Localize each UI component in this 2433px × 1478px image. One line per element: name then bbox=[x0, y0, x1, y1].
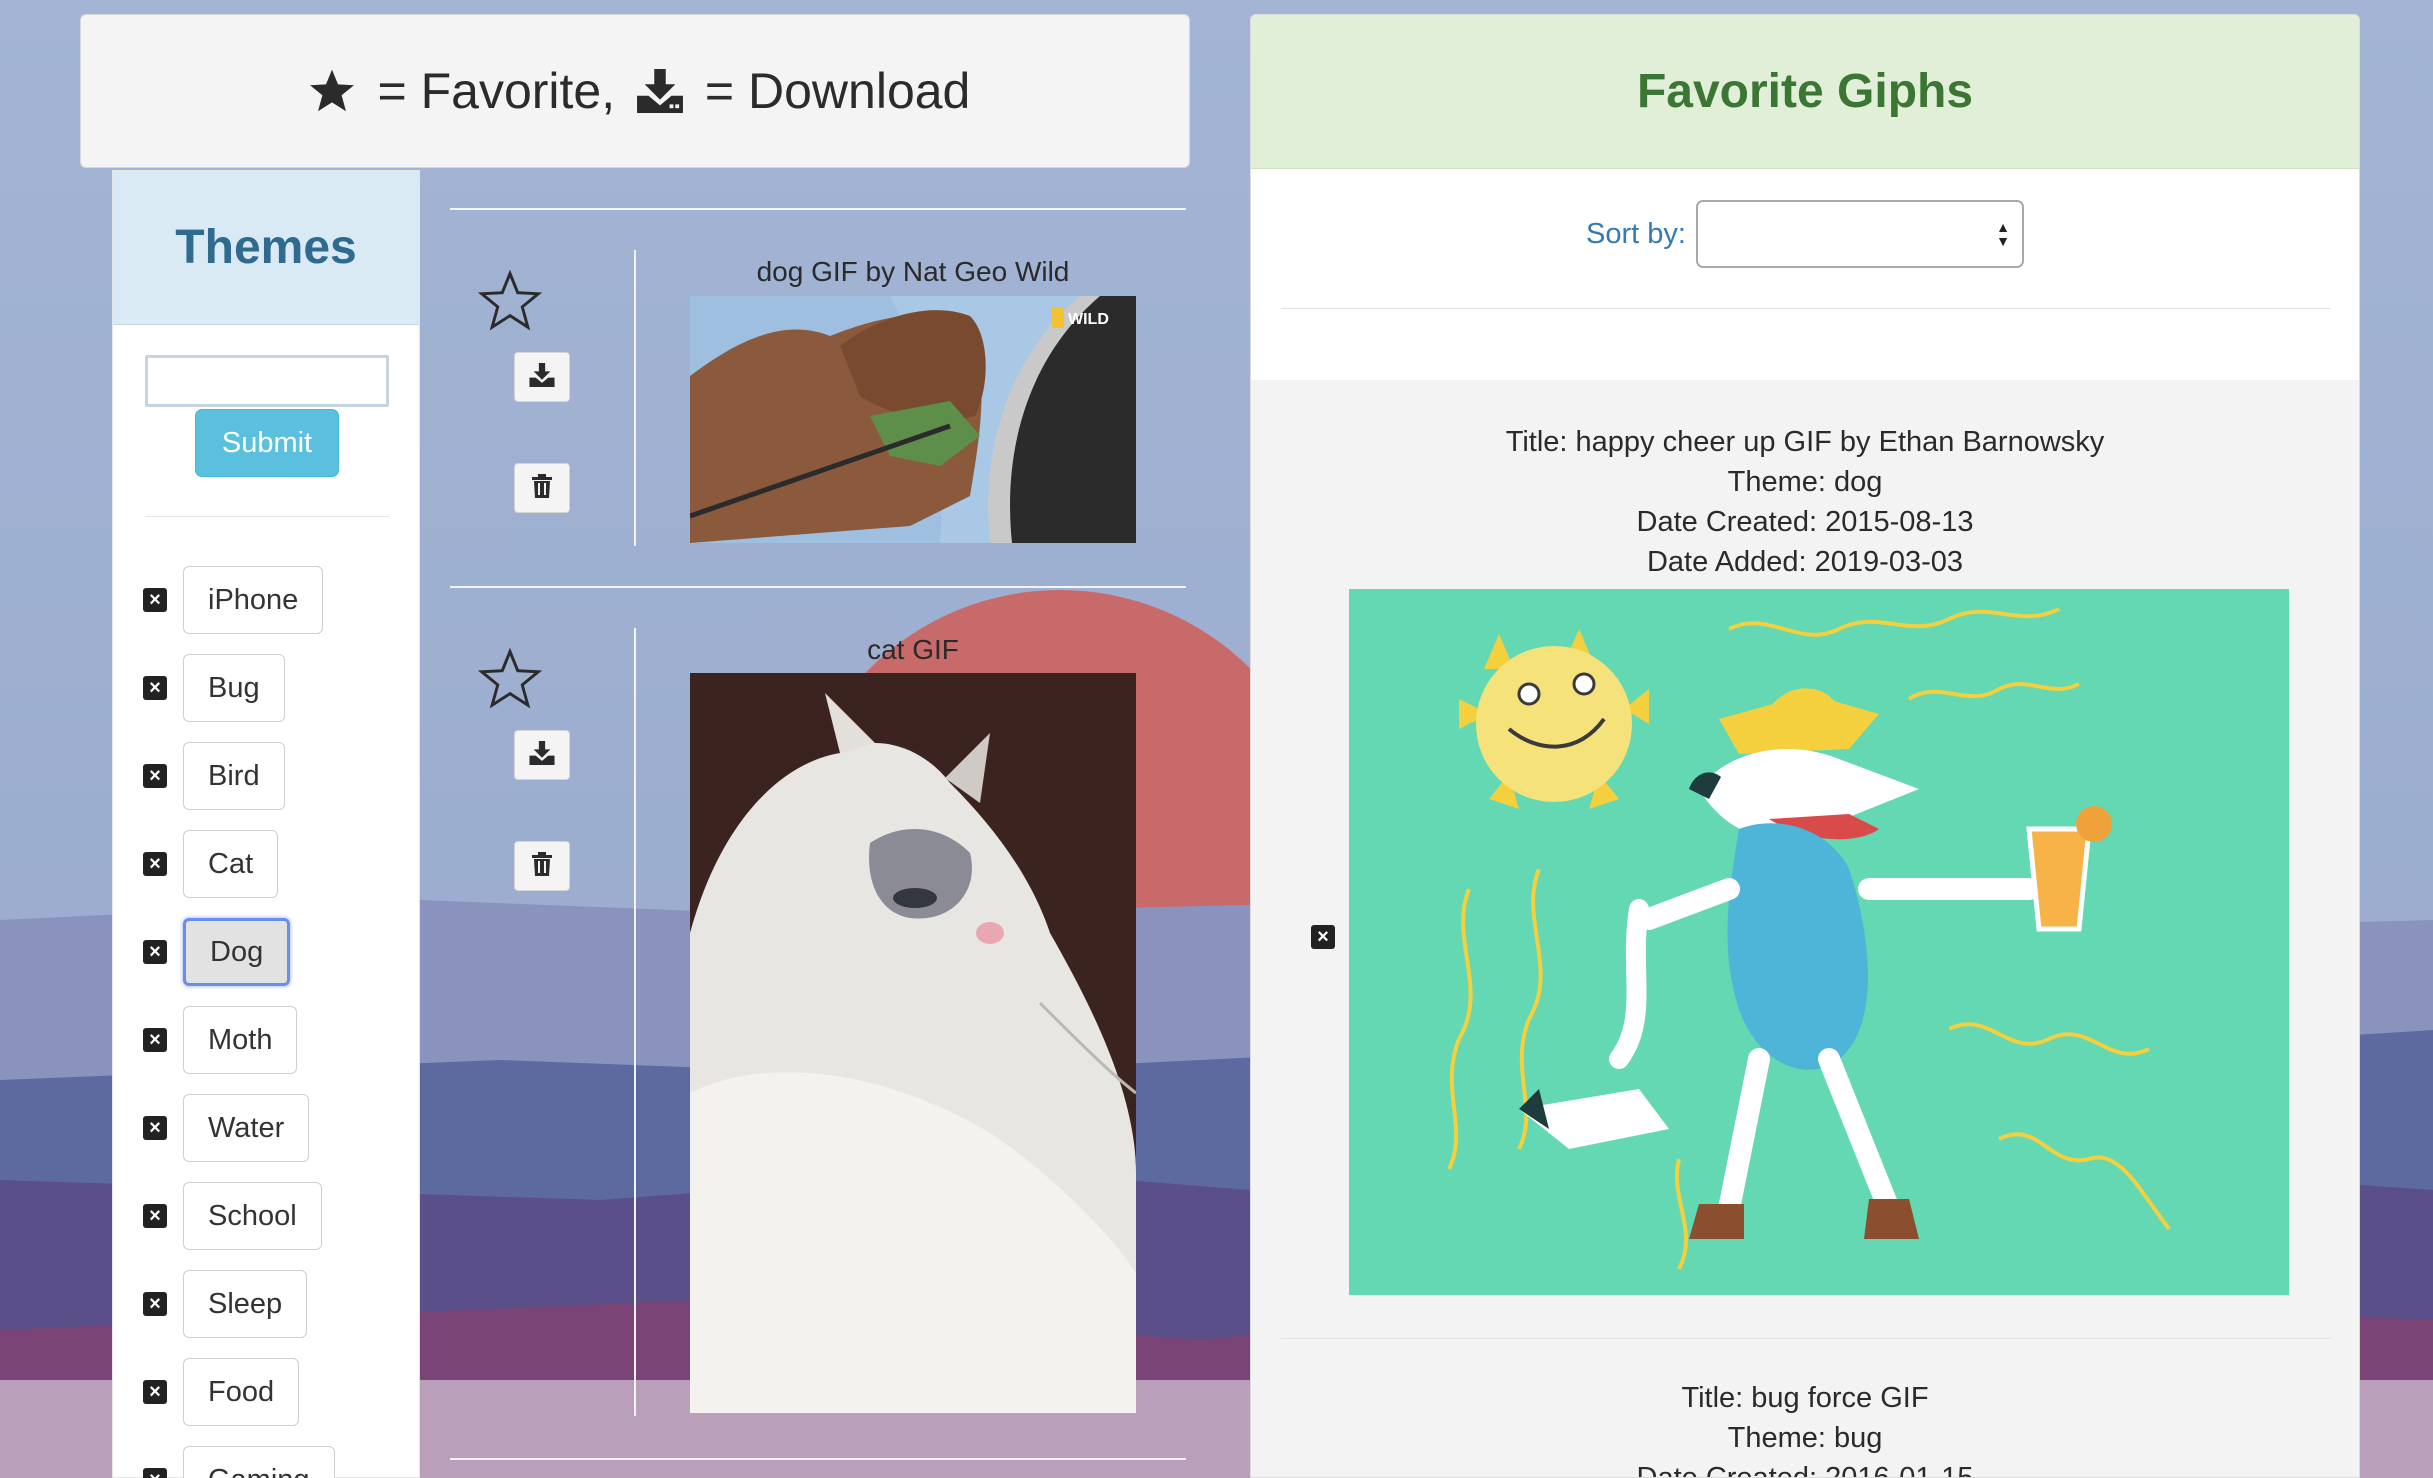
sort-select[interactable]: ▲ ▼ bbox=[1695, 200, 2024, 268]
theme-row: × Gaming bbox=[143, 1446, 335, 1478]
star-filled-icon bbox=[308, 68, 356, 114]
divider bbox=[634, 628, 636, 1416]
trash-icon bbox=[532, 473, 552, 503]
close-square-icon[interactable]: × bbox=[143, 588, 167, 612]
themes-panel: Themes Submit × iPhone × Bug × Bird × Ca… bbox=[112, 170, 420, 1478]
theme-row: × Cat bbox=[143, 830, 279, 898]
divider bbox=[450, 1458, 1186, 1460]
theme-row: × iPhone bbox=[143, 566, 324, 634]
star-outline-icon[interactable] bbox=[477, 269, 543, 337]
download-button[interactable] bbox=[514, 730, 570, 780]
delete-button[interactable] bbox=[514, 841, 570, 891]
favorite-date-created: Date Created: 2016-01-15 bbox=[1636, 1462, 1974, 1478]
favorite-date-added: Date Added: 2019-03-03 bbox=[1646, 546, 1964, 578]
favorite-theme: Theme: dog bbox=[1727, 466, 1883, 498]
close-square-icon[interactable]: × bbox=[143, 1468, 167, 1478]
theme-row: × Sleep bbox=[143, 1270, 308, 1338]
theme-button-gaming[interactable]: Gaming bbox=[183, 1446, 335, 1478]
favorite-date-created: Date Created: 2015-08-13 bbox=[1636, 506, 1974, 538]
dog-gif-image[interactable]: WILD bbox=[690, 296, 1136, 543]
theme-button-dog[interactable]: Dog bbox=[183, 918, 291, 986]
close-square-icon[interactable]: × bbox=[143, 1292, 167, 1316]
theme-input[interactable] bbox=[145, 355, 389, 407]
theme-button-bird[interactable]: Bird bbox=[183, 742, 285, 810]
delete-button[interactable] bbox=[514, 463, 570, 513]
theme-row: × Bird bbox=[143, 742, 285, 810]
close-square-icon[interactable]: × bbox=[143, 1116, 167, 1140]
favorite-theme: Theme: bug bbox=[1727, 1422, 1883, 1454]
theme-button-water[interactable]: Water bbox=[183, 1094, 310, 1162]
close-square-icon[interactable]: × bbox=[143, 940, 167, 964]
divider bbox=[634, 250, 636, 546]
sort-label: Sort by: bbox=[1586, 217, 1686, 250]
theme-row: × Food bbox=[143, 1358, 300, 1426]
close-square-icon[interactable]: × bbox=[143, 676, 167, 700]
favorites-title: Favorite Giphs bbox=[1251, 15, 2359, 169]
theme-button-moth[interactable]: Moth bbox=[183, 1006, 298, 1074]
gif-title: dog GIF by Nat Geo Wild bbox=[756, 256, 1070, 287]
remove-favorite-row: × bbox=[1311, 925, 1335, 949]
favorite-title: Title: happy cheer up GIF by Ethan Barno… bbox=[1505, 426, 2105, 458]
theme-button-cat[interactable]: Cat bbox=[183, 830, 279, 898]
close-square-icon[interactable]: × bbox=[1311, 925, 1335, 949]
svg-text:WILD: WILD bbox=[1068, 311, 1109, 328]
favorites-list: Title: happy cheer up GIF by Ethan Barno… bbox=[1251, 380, 2359, 1478]
theme-row: × Dog bbox=[143, 918, 291, 986]
theme-row: × Water bbox=[143, 1094, 310, 1162]
sort-row: Sort by: ▲ ▼ bbox=[1251, 200, 2359, 268]
close-square-icon[interactable]: × bbox=[143, 1380, 167, 1404]
submit-button[interactable]: Submit bbox=[195, 409, 339, 477]
themes-divider bbox=[145, 516, 389, 517]
theme-button-bug[interactable]: Bug bbox=[183, 654, 285, 722]
download-button[interactable] bbox=[514, 352, 570, 402]
theme-row: × Bug bbox=[143, 654, 285, 722]
favorites-panel: Favorite Giphs Sort by: ▲ ▼ Title: happy … bbox=[1250, 14, 2360, 1478]
trash-icon bbox=[532, 851, 552, 881]
theme-row: × Moth bbox=[143, 1006, 298, 1074]
gif-title: cat GIF bbox=[867, 634, 959, 665]
theme-button-sleep[interactable]: Sleep bbox=[183, 1270, 308, 1338]
divider bbox=[1281, 308, 2331, 309]
cat-gif-image[interactable] bbox=[690, 673, 1136, 1413]
download-icon bbox=[529, 362, 555, 392]
favorite-gif-image[interactable] bbox=[1349, 589, 2289, 1295]
themes-title: Themes bbox=[113, 171, 419, 325]
favorite-title: Title: bug force GIF bbox=[1681, 1382, 1929, 1414]
divider bbox=[1281, 1338, 2331, 1339]
theme-button-iphone[interactable]: iPhone bbox=[183, 566, 324, 634]
select-arrows-icon: ▲ ▼ bbox=[1996, 219, 2010, 249]
theme-button-food[interactable]: Food bbox=[183, 1358, 300, 1426]
close-square-icon[interactable]: × bbox=[143, 852, 167, 876]
close-square-icon[interactable]: × bbox=[143, 1204, 167, 1228]
close-square-icon[interactable]: × bbox=[143, 1028, 167, 1052]
theme-row: × School bbox=[143, 1182, 322, 1250]
close-square-icon[interactable]: × bbox=[143, 764, 167, 788]
star-outline-icon[interactable] bbox=[477, 647, 543, 715]
gif-results: dog GIF by Nat Geo Wild WILD cat GIF bbox=[450, 0, 1186, 1478]
download-icon bbox=[529, 740, 555, 770]
divider bbox=[450, 586, 1186, 588]
theme-button-school[interactable]: School bbox=[183, 1182, 322, 1250]
divider bbox=[450, 208, 1186, 210]
